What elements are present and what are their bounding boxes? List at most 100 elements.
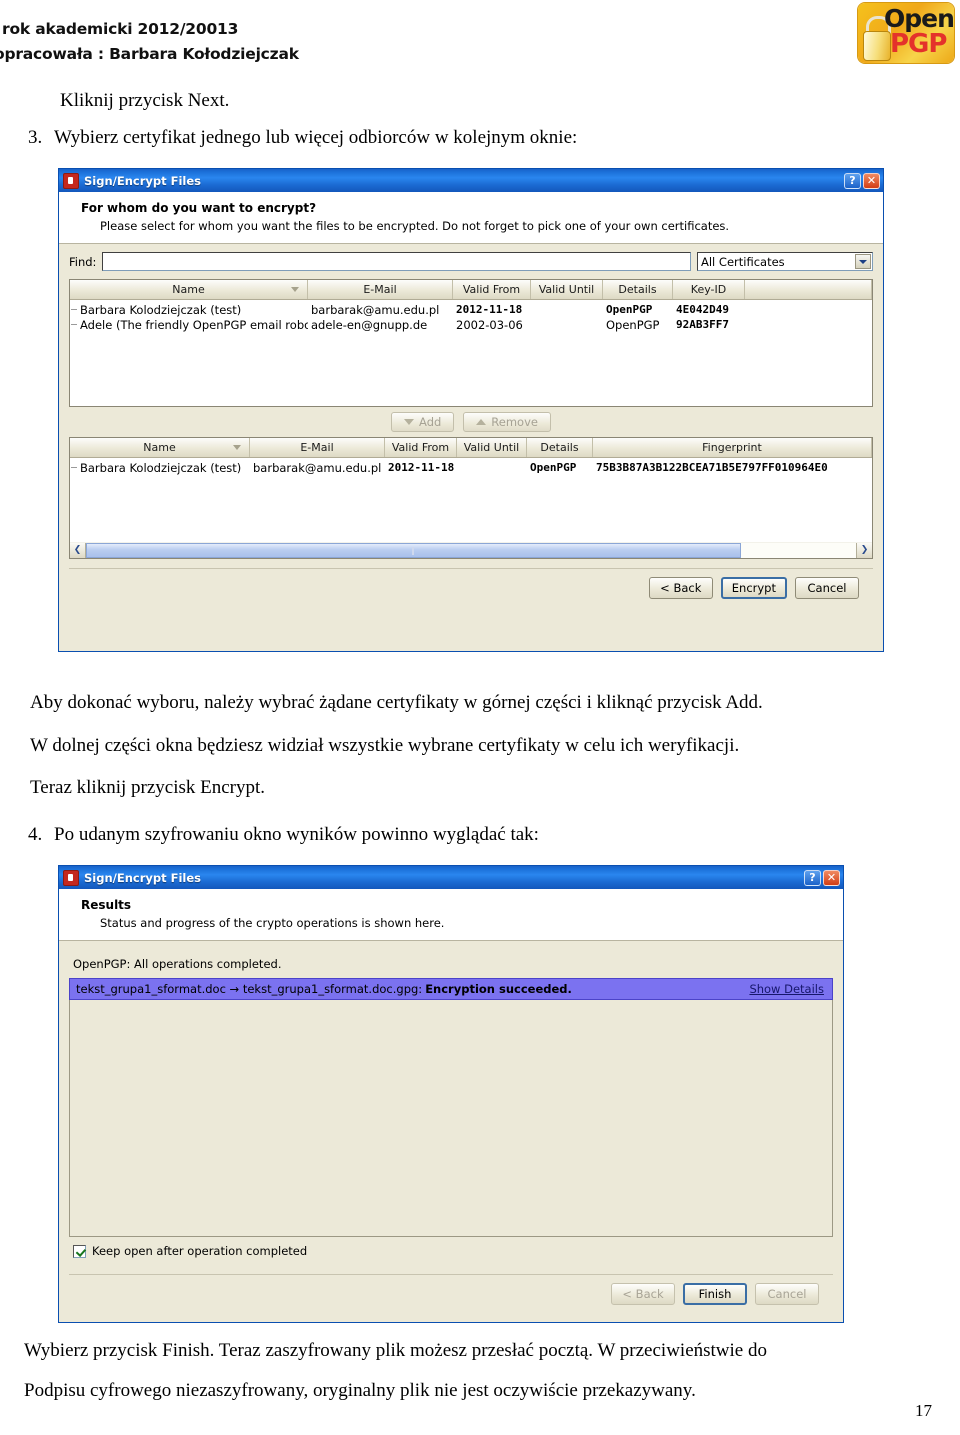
column-header-valid-from[interactable]: Valid From [385,438,457,457]
cell-valid-from: 2012-11-18 [388,461,455,474]
table-row[interactable]: Barbara Kolodziejczak (test) barbarak@am… [70,302,872,317]
dialog1-titlebar[interactable]: Sign/Encrypt Files ? ✕ [59,169,883,192]
scrollbar-track[interactable] [86,542,856,558]
cell-name: Barbara Kolodziejczak (test) [80,460,242,475]
certificate-filter-select[interactable]: All Certificates [697,252,873,271]
dialog1-header: For whom do you want to encrypt? Please … [59,192,883,244]
dialog2-heading: Results [81,898,132,912]
horizontal-scrollbar[interactable]: ❮ ❯ [69,542,873,559]
cell-email: barbarak@amu.edu.pl [311,302,440,317]
add-button-label: Add [419,415,442,429]
keep-open-checkbox[interactable] [73,1244,86,1258]
closing-paragraph-line-1: Wybierz przycisk Finish. Teraz zaszyfrow… [24,1340,767,1361]
finish-button[interactable]: Finish [683,1283,747,1305]
cell-details: OpenPGP [606,317,660,332]
results-output-pane [69,1000,833,1237]
cell-fingerprint: 75B3B87A3B122BCEA71B5E797FF010964E0 [596,461,828,474]
results-dialog[interactable]: Sign/Encrypt Files ? ✕ Results Status an… [58,865,844,1323]
cell-email: adele-en@gnupp.de [311,317,428,332]
padlock-body-icon [863,31,891,61]
column-header-valid-until[interactable]: Valid Until [457,438,527,457]
add-button[interactable]: Add [391,412,455,432]
column-header-email[interactable]: E-Mail [250,438,385,457]
sign-encrypt-files-dialog[interactable]: Sign/Encrypt Files ? ✕ For whom do you w… [58,168,884,652]
arrow-up-icon [476,419,487,425]
column-header-email[interactable]: E-Mail [308,280,453,299]
column-header-name[interactable]: Name [70,438,250,457]
logo-pgp-text: PGP [890,29,947,59]
operation-status-text: OpenPGP: All operations completed. [73,957,282,971]
column-header-fingerprint[interactable]: Fingerprint [593,438,872,457]
dialog1-window-buttons[interactable]: ? ✕ [844,172,880,189]
add-remove-button-group: Add Remove [69,412,873,432]
dialog2-body: OpenPGP: All operations completed. tekst… [59,941,843,1314]
certificate-filter-value: All Certificates [701,254,785,269]
scroll-right-arrow-icon[interactable]: ❯ [856,542,872,558]
dialog1-title: Sign/Encrypt Files [84,173,201,188]
step-3: 3. Wybierz certyfikat jednego lub więcej… [28,127,728,149]
step-3-text: Wybierz certyfikat jednego lub więcej od… [54,127,578,148]
available-certificates-table[interactable]: Name E-Mail Valid From Valid Until Detai… [69,279,873,407]
cell-valid-from: 2002-03-06 [456,317,523,332]
back-button[interactable]: < Back [611,1283,675,1305]
find-row: Find: All Certificates [69,252,873,271]
cell-email: barbarak@amu.edu.pl [253,460,382,475]
dialog2-subheading: Status and progress of the crypto operat… [100,916,445,930]
column-header-key-id[interactable]: Key-ID [673,280,745,299]
remove-button-label: Remove [491,415,538,429]
dialog2-footer: < Back Finish Cancel [69,1274,833,1314]
selected-table-header: Name E-Mail Valid From Valid Until Detai… [70,438,872,458]
available-table-header: Name E-Mail Valid From Valid Until Detai… [70,280,872,300]
back-button[interactable]: < Back [648,577,713,599]
column-header-details[interactable]: Details [527,438,593,457]
dialog1-heading: For whom do you want to encrypt? [81,201,317,215]
dialog2-window-buttons[interactable]: ? ✕ [804,869,840,886]
column-header-valid-until[interactable]: Valid Until [531,280,603,299]
dialog1-subheading: Please select for whom you want the file… [100,219,730,233]
cell-name: Barbara Kolodziejczak (test) [80,302,242,317]
page-number: 17 [915,1401,932,1420]
cancel-button[interactable]: Cancel [795,577,859,599]
dialog2-titlebar[interactable]: Sign/Encrypt Files ? ✕ [59,866,843,889]
scroll-left-arrow-icon[interactable]: ❮ [70,542,86,558]
dialog1-body: Find: All Certificates Name E-Mail Valid… [59,244,883,608]
column-header-filler [745,280,872,299]
remove-button[interactable]: Remove [463,412,551,432]
selected-certificates-table[interactable]: Name E-Mail Valid From Valid Until Detai… [69,437,873,542]
paragraph-2: W dolnej części okna będziesz widział ws… [30,735,740,756]
app-icon [63,172,79,189]
cell-details: OpenPGP [530,461,577,474]
help-icon[interactable]: ? [804,869,821,886]
column-header-valid-from[interactable]: Valid From [453,280,531,299]
search-input[interactable] [102,252,691,271]
step-4: 4. Po udanym szyfrowaniu okno wyników po… [28,824,788,846]
scrollbar-thumb[interactable] [86,542,741,558]
column-header-name[interactable]: Name [70,280,308,299]
cell-valid-from: 2012-11-18 [456,303,523,316]
app-icon [63,869,79,886]
result-item-files: tekst_grupa1_sformat.doc → tekst_grupa1_… [76,982,423,996]
cancel-button[interactable]: Cancel [755,1283,819,1305]
encrypt-button[interactable]: Encrypt [720,577,787,599]
result-item[interactable]: tekst_grupa1_sformat.doc → tekst_grupa1_… [69,978,833,1000]
close-icon[interactable]: ✕ [863,172,880,189]
help-icon[interactable]: ? [844,172,861,189]
keep-open-checkbox-row[interactable]: Keep open after operation completed [73,1244,833,1258]
cell-details: OpenPGP [606,303,653,316]
keep-open-checkbox-label: Keep open after operation completed [92,1244,308,1258]
column-header-details[interactable]: Details [603,280,673,299]
dialog1-footer: < Back Encrypt Cancel [69,568,873,608]
step-3-number: 3. [28,127,43,148]
paragraph-3: Teraz kliknij przycisk Encrypt. [30,777,266,798]
chevron-down-icon[interactable] [855,254,871,269]
close-icon[interactable]: ✕ [823,869,840,886]
table-row[interactable]: Barbara Kolodziejczak (test) barbarak@am… [70,460,872,475]
paragraph-1: Aby dokonać wyboru, należy wybrać żądane… [30,692,763,713]
show-details-link[interactable]: Show Details [749,982,824,996]
openpgp-logo: Open- PGP [858,3,954,63]
table-row[interactable]: Adele (The friendly OpenPGP email robot)… [70,317,872,332]
arrow-down-icon [404,419,415,425]
dialog2-title: Sign/Encrypt Files [84,870,201,885]
result-item-status: Encryption succeeded. [425,982,572,996]
cell-key-id: 4E042D49 [676,303,729,316]
